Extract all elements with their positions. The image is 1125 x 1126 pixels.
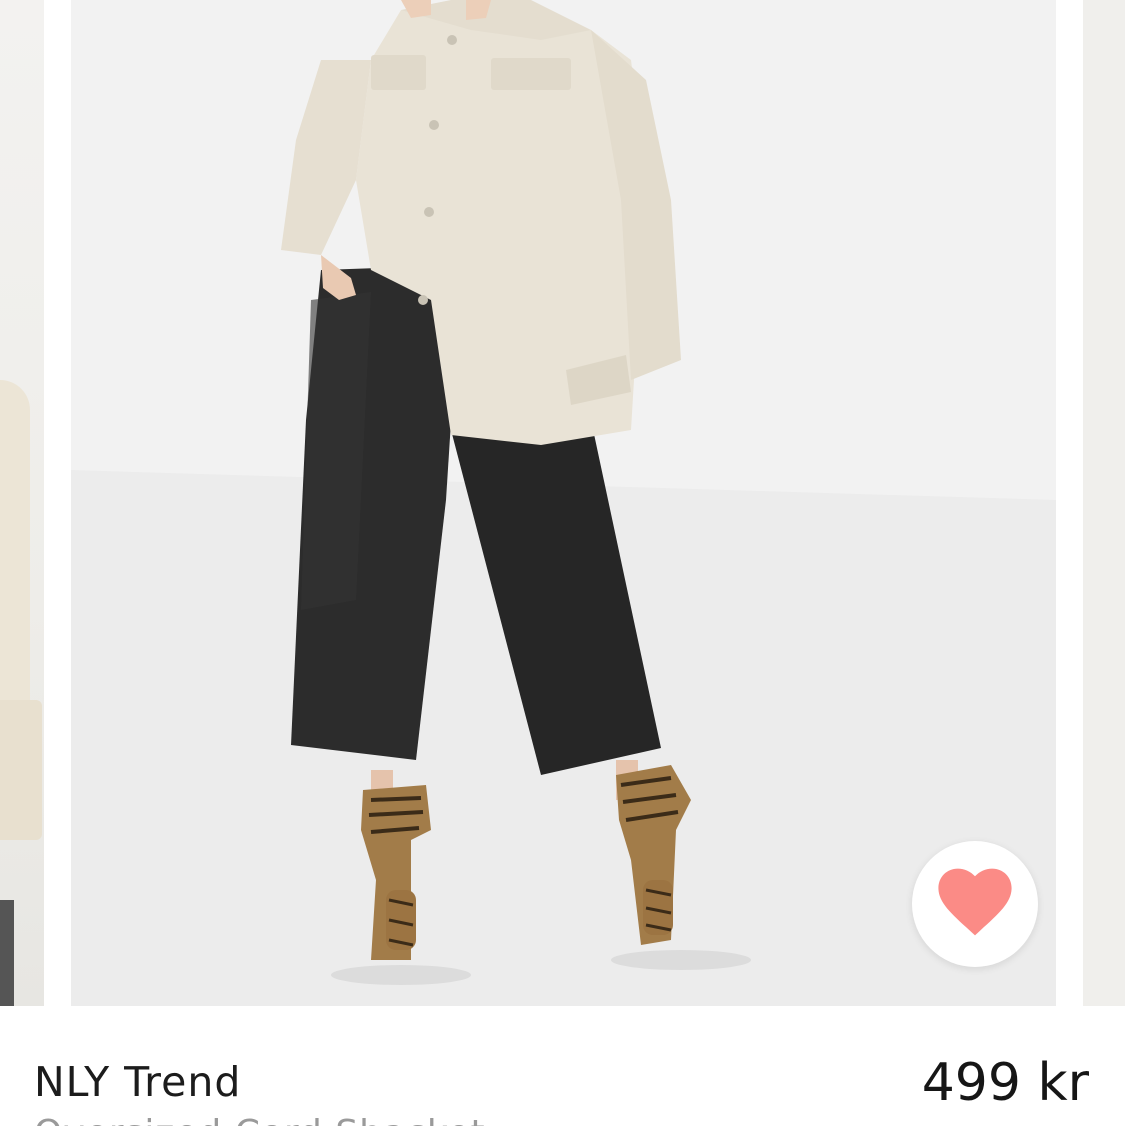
next-image-peek[interactable] [1083,0,1125,1006]
favorite-button[interactable] [912,841,1038,967]
product-image-carousel[interactable] [0,0,1125,1006]
product-brand[interactable]: NLY Trend [34,1052,241,1112]
product-price: 499 kr [921,1053,1089,1113]
product-image[interactable] [71,0,1056,1006]
heart-icon [936,867,1014,941]
previous-image-peek[interactable] [0,0,44,1006]
product-detail-screen: NLY Trend 499 kr Oversized Cord Shacket [0,0,1125,1126]
product-name: Oversized Cord Shacket [34,1109,486,1126]
